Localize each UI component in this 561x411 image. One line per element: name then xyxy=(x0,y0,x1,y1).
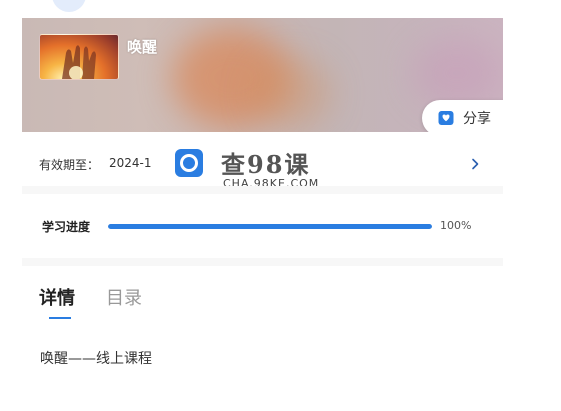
watermark-logo-icon xyxy=(175,149,203,177)
active-tab-indicator xyxy=(49,317,71,319)
banner-blur xyxy=(412,38,502,108)
validity-label: 有效期至： xyxy=(39,158,100,172)
course-thumbnail[interactable] xyxy=(39,34,119,80)
section-divider xyxy=(22,186,503,194)
course-description: 唤醒——线上课程 xyxy=(40,351,152,367)
validity-date: 2024-1 xyxy=(109,156,152,170)
tab-details[interactable]: 详情 xyxy=(39,284,75,310)
hands-sunrise-image xyxy=(62,45,96,79)
section-divider xyxy=(22,258,503,266)
course-banner: 唤醒 分享 xyxy=(22,18,503,132)
progress-value: 100% xyxy=(440,219,472,232)
progress-fill xyxy=(108,224,432,229)
chevron-right-icon[interactable] xyxy=(470,158,480,170)
share-button[interactable]: 分享 xyxy=(422,100,503,132)
course-title: 唤醒 xyxy=(127,38,158,56)
watermark-title: 查98课 xyxy=(221,150,311,179)
course-card: 唤醒 分享 有效期至： 2024-1 查98课 CHA.98KE.COM 学习进… xyxy=(22,0,503,411)
banner-blur xyxy=(252,58,332,128)
share-label: 分享 xyxy=(463,111,491,127)
top-strip xyxy=(22,0,503,18)
progress-row: 学习进度 100% xyxy=(22,208,503,244)
avatar xyxy=(52,0,86,12)
progress-bar xyxy=(108,224,432,229)
watermark: 查98课 CHA.98KE.COM xyxy=(175,147,325,191)
tab-catalog[interactable]: 目录 xyxy=(106,284,142,310)
share-icon xyxy=(438,111,454,125)
progress-label: 学习进度 xyxy=(42,220,91,234)
